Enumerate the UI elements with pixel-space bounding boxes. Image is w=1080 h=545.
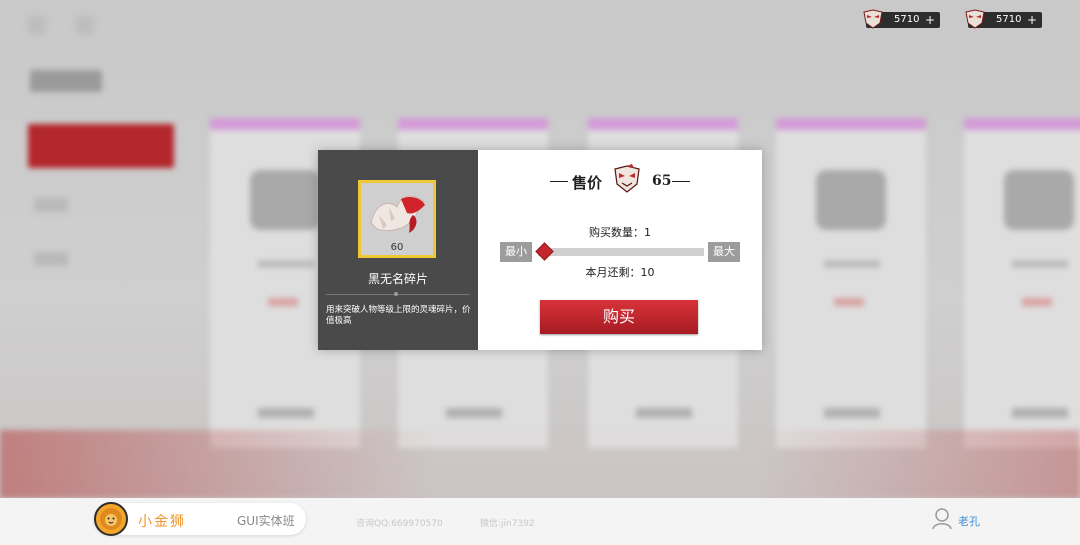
shop-card <box>776 118 926 448</box>
min-quantity-button[interactable]: 最小 <box>500 242 532 262</box>
currency-display: 5710 + <box>863 9 940 29</box>
price-row: 售价 65 <box>478 164 762 194</box>
item-name: 黑无名碎片 <box>367 272 428 286</box>
user-name: 老孔 <box>958 515 980 528</box>
home-icon <box>76 16 94 34</box>
footer-bar: 小金狮 GUI实体班 咨询QQ:669970570 微信:jin7392 老孔 <box>0 498 1080 545</box>
lion-logo-icon <box>94 502 128 536</box>
currency-amount: 5710 <box>894 14 920 25</box>
currency-display: 5710 + <box>965 9 1042 29</box>
add-currency-button[interactable]: + <box>1027 12 1037 28</box>
contact-qq: 咨询QQ:669970570 <box>356 519 443 529</box>
quantity-slider-thumb[interactable] <box>535 242 554 261</box>
store-title-placeholder <box>30 70 102 92</box>
quantity-slider-row: 最小 最大 <box>500 242 740 262</box>
monthly-remaining-label: 本月还剩：10 <box>585 266 655 279</box>
brand-name: 小金狮 <box>138 514 186 530</box>
purchase-quantity-label: 购买数量：1 <box>589 226 651 239</box>
buy-button[interactable]: 购买 <box>540 300 698 334</box>
price-label: 售价 <box>572 174 603 192</box>
store-tab <box>34 198 68 212</box>
mask-coin-icon <box>965 9 985 29</box>
user-icon <box>932 508 952 530</box>
price-line-right <box>672 181 690 182</box>
add-currency-button[interactable]: + <box>925 12 935 28</box>
user-profile[interactable]: 老孔 <box>932 507 992 533</box>
soul-fragment-icon <box>370 195 425 233</box>
price-line-left <box>550 181 568 182</box>
purchase-panel: 售价 65 购买数量：1 最小 最大 本月还剩：10 购买 <box>478 150 762 350</box>
currency-amount: 5710 <box>996 14 1022 25</box>
mask-coin-icon <box>863 9 883 29</box>
max-quantity-button[interactable]: 最大 <box>708 242 740 262</box>
purchase-dialog: 60 黑无名碎片 用来突破人物等级上限的灵魂碎片，价值极高 售价 65 购买数量… <box>318 150 762 350</box>
brand-badge: 小金狮 GUI实体班 <box>94 502 306 536</box>
item-slot: 60 <box>358 180 436 258</box>
divider <box>326 294 470 295</box>
course-name: GUI实体班 <box>237 514 295 528</box>
item-description: 用来突破人物等级上限的灵魂碎片，价值极高 <box>326 305 471 326</box>
store-tab <box>34 252 68 266</box>
item-info-panel: 60 黑无名碎片 用来突破人物等级上限的灵魂碎片，价值极高 <box>318 150 478 350</box>
quantity-slider-track[interactable] <box>538 248 704 256</box>
item-quantity: 60 <box>390 242 404 253</box>
mask-coin-icon <box>614 164 640 193</box>
shop-card <box>964 118 1080 448</box>
back-icon <box>28 16 46 34</box>
contact-wechat: 微信:jin7392 <box>480 519 535 529</box>
store-tab-active <box>28 124 174 168</box>
price-value: 65 <box>652 173 672 189</box>
divider-ornament <box>394 292 398 296</box>
